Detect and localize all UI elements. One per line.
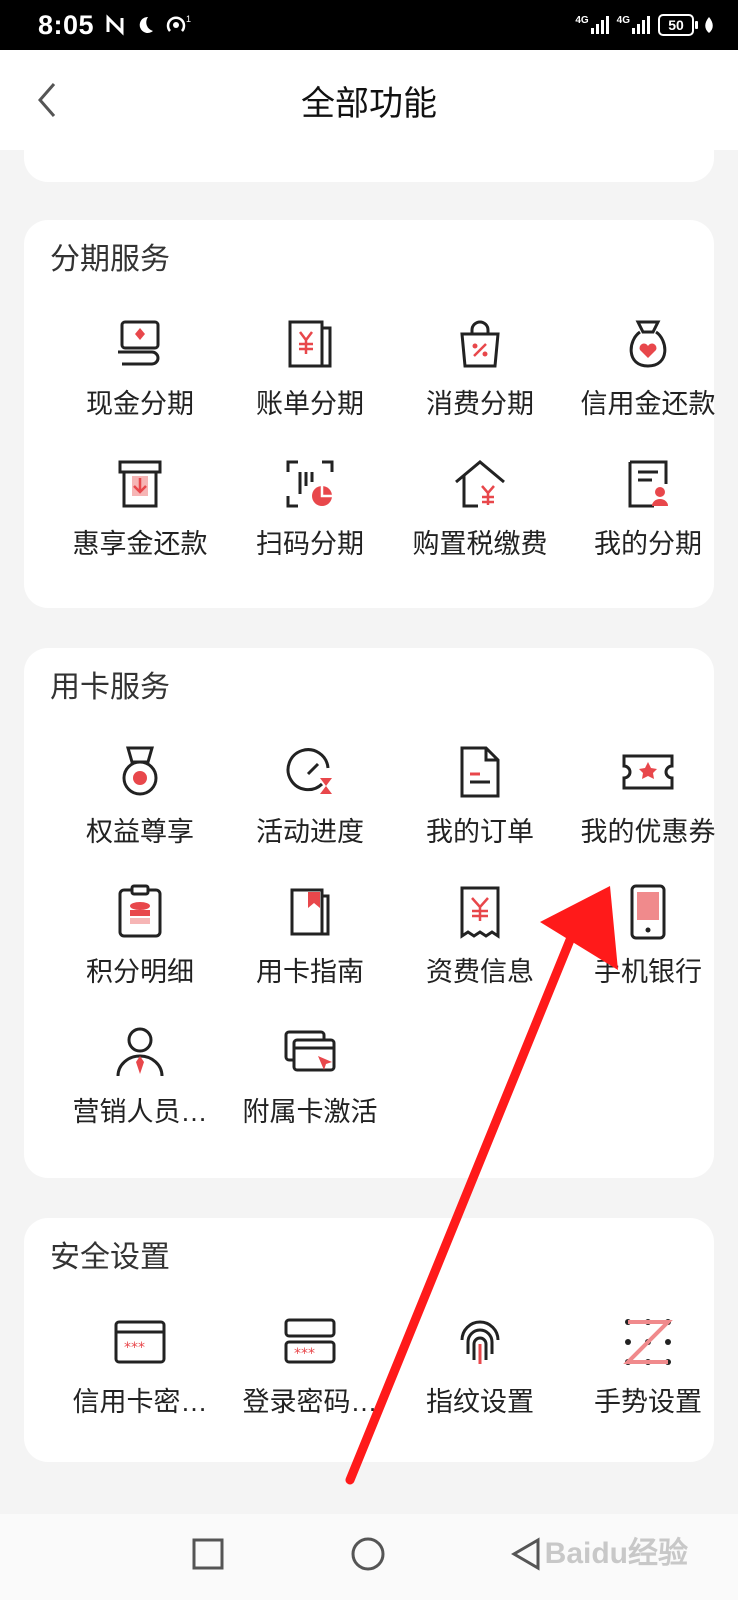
purchase-tax-item[interactable]: 购置税缴费	[394, 456, 566, 596]
order-document-icon	[460, 746, 500, 798]
mobile-bank-item[interactable]: 手机银行	[562, 884, 734, 1024]
page-title: 全部功能	[301, 85, 437, 123]
shopping-bag-icon	[460, 320, 500, 368]
activity-progress-item[interactable]: 活动进度	[224, 744, 396, 884]
scan-installment-item[interactable]: 扫码分期	[224, 456, 396, 596]
fingerprint-icon	[460, 1320, 500, 1364]
section-title: 安全设置	[50, 1241, 170, 1274]
atm-withdraw-icon	[118, 460, 162, 508]
section-title: 用卡服务	[50, 671, 170, 704]
bill-yuan-icon	[288, 320, 332, 368]
book-bookmark-icon	[290, 888, 330, 936]
rights-item[interactable]: 权益尊享	[54, 744, 226, 884]
signal-2-icon: 4G	[617, 16, 650, 34]
credit-repay-item[interactable]: 信用金还款	[562, 316, 734, 456]
cards-cursor-icon	[284, 1030, 336, 1072]
moon-icon	[139, 16, 154, 33]
consumer-installment-item[interactable]: 消费分期	[394, 316, 566, 456]
gesture-item[interactable]: 手势设置	[562, 1314, 734, 1454]
receipt-yuan-icon	[460, 886, 500, 939]
my-order-item[interactable]: 我的订单	[394, 744, 566, 884]
back-triangle-icon[interactable]	[508, 1536, 544, 1572]
person-tie-icon	[116, 1027, 164, 1077]
login-password-item[interactable]: *** 登录密码…	[224, 1314, 396, 1454]
status-bar: 8:05 1 4G 4G 50	[0, 0, 738, 50]
status-time: 8:05	[38, 9, 95, 40]
gauge-hourglass-icon	[286, 748, 332, 794]
installment-section: 分期服务 现金分期 账单分期 消费分期 信用金还款 惠享金还款 扫码分期 购置税…	[24, 220, 716, 608]
house-yuan-icon	[455, 460, 505, 508]
svg-text:***: ***	[124, 1340, 145, 1356]
signal-1-icon: 4G	[575, 16, 609, 34]
sales-staff-item[interactable]: 营销人员…	[54, 1024, 226, 1164]
cash-hand-icon	[118, 320, 160, 366]
svg-text:***: ***	[294, 1346, 315, 1362]
login-password-icon: ***	[284, 1318, 336, 1364]
previous-section-card	[24, 128, 714, 182]
card-password-item[interactable]: *** 信用卡密…	[54, 1314, 226, 1454]
money-bag-icon	[629, 320, 667, 368]
fee-info-item[interactable]: 资费信息	[394, 884, 566, 1024]
security-section: 安全设置 *** 信用卡密… *** 登录密码… 指纹设置 手势设置	[24, 1218, 714, 1462]
clipboard-coins-icon	[118, 884, 162, 938]
my-installment-item[interactable]: 我的分期	[562, 456, 734, 596]
benefit-repay-item[interactable]: 惠享金还款	[54, 456, 226, 596]
card-password-icon: ***	[114, 1320, 166, 1364]
system-navigation-bar: Baidu经验	[0, 1514, 738, 1600]
cash-installment-item[interactable]: 现金分期	[54, 316, 226, 456]
recent-apps-icon[interactable]	[190, 1536, 226, 1572]
leaf-icon	[705, 17, 713, 33]
gesture-z-icon	[623, 1319, 673, 1365]
bill-installment-item[interactable]: 账单分期	[224, 316, 396, 456]
home-circle-icon[interactable]	[348, 1536, 388, 1576]
nfc-icon	[106, 14, 124, 36]
fingerprint-item[interactable]: 指纹设置	[394, 1314, 566, 1454]
scan-chart-icon	[286, 460, 334, 508]
battery-icon: 50	[658, 14, 698, 36]
points-detail-item[interactable]: 积分明细	[54, 884, 226, 1024]
card-service-section: 用卡服务 权益尊享 活动进度 我的订单 我的优惠券 积分明细 用卡指南 资费信息…	[24, 648, 716, 1178]
section-title: 分期服务	[50, 243, 170, 276]
hotspot-icon: 1	[166, 14, 191, 32]
svg-text:1: 1	[186, 14, 191, 24]
document-user-icon	[628, 460, 668, 508]
coupon-ticket-icon	[622, 754, 674, 790]
mobile-phone-icon	[630, 884, 666, 940]
watermark-text: Baidu经验	[544, 1537, 688, 1570]
my-coupon-item[interactable]: 我的优惠券	[562, 744, 734, 884]
medal-icon	[122, 746, 158, 796]
card-guide-item[interactable]: 用卡指南	[224, 884, 396, 1024]
supplementary-card-item[interactable]: 附属卡激活	[224, 1024, 396, 1164]
